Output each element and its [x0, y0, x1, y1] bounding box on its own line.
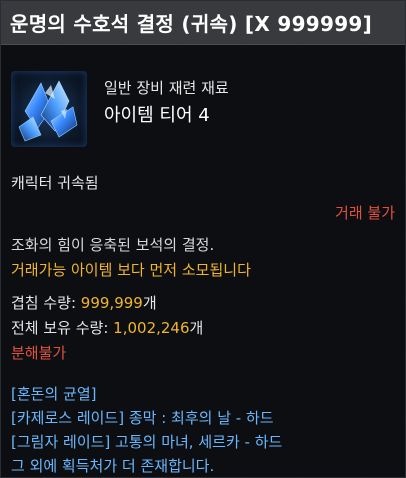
acquisition-source: [혼돈의 균열]: [11, 385, 97, 403]
bound-status: 캐릭터 귀속됨: [11, 174, 99, 192]
blue-crystal-icon: [11, 71, 87, 147]
dismantle-status: 분해불가: [11, 344, 67, 362]
acquisition-source: [그림자 레이드] 고통의 마녀, 세르카 - 하드: [11, 433, 283, 451]
stack-quantity-label: 겹침 수량:: [11, 294, 81, 312]
item-title: 운명의 수호석 결정 (귀속) [X 999999]: [10, 12, 373, 36]
owned-quantity-unit: 개: [189, 319, 204, 337]
owned-quantity-value: 1,002,246: [113, 319, 190, 337]
item-description: 조화의 힘이 응축된 보석의 결정.: [11, 236, 215, 254]
owned-quantity-label: 전체 보유 수량:: [11, 319, 114, 337]
consumption-note: 거래가능 아이템 보다 먼저 소모됩니다: [11, 261, 251, 279]
trade-status: 거래 불가: [335, 204, 395, 222]
stack-quantity-value: 999,999: [80, 294, 143, 312]
stack-quantity-unit: 개: [142, 294, 157, 312]
crystal-cluster: [18, 80, 78, 142]
acquisition-source: [카제로스 레이드] 종막 : 최후의 날 - 하드: [11, 409, 274, 427]
item-tier: 아이템 티어 4: [104, 105, 210, 126]
item-category: 일반 장비 재련 재료: [104, 79, 229, 97]
item-tooltip: 운명의 수호석 결정 (귀속) [X 999999] 일반 장비 재련 재료 아…: [0, 0, 406, 478]
tooltip-title-bar: 운명의 수호석 결정 (귀속) [X 999999]: [1, 1, 405, 45]
stack-quantity: 겹침 수량: 999,999개: [11, 292, 157, 313]
owned-quantity: 전체 보유 수량: 1,002,246개: [11, 317, 203, 338]
acquisition-source-more: 그 외에 획득처가 더 존재합니다.: [11, 457, 215, 475]
